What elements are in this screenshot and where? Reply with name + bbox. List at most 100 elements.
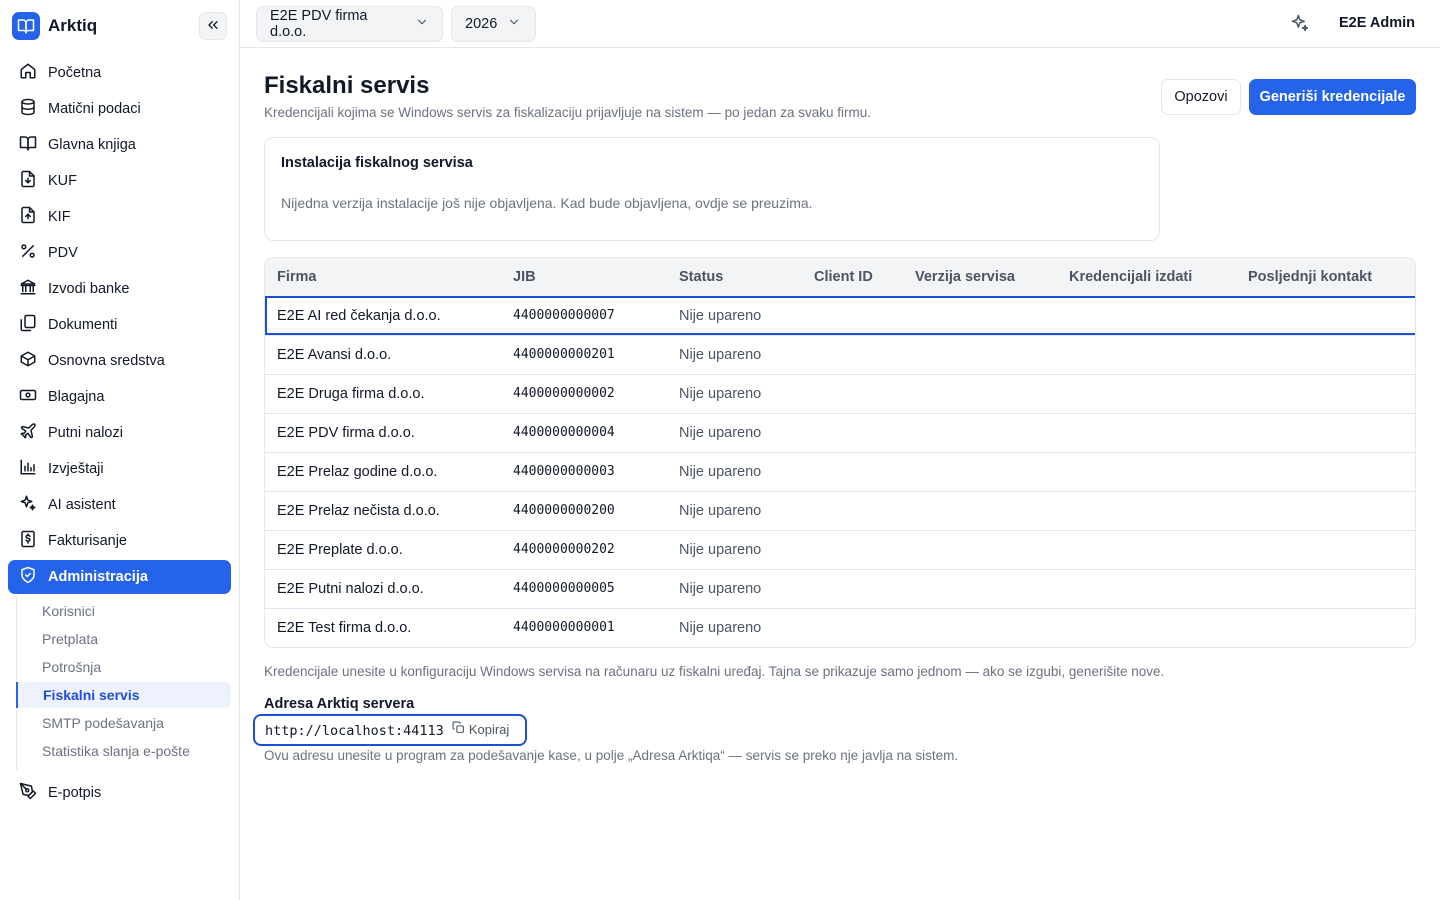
sidebar-item-label: Administracija [48,569,148,585]
server-address-label: Adresa Arktiq servera [264,696,415,712]
sidebar-item-osnovna-sredstva[interactable]: Osnovna sredstva [8,344,231,378]
sidebar-item-label: Glavna knjiga [48,137,136,153]
year-select[interactable]: 2026 [451,6,536,42]
table-row[interactable]: E2E Prelaz godine d.o.o. 4400000000003 N… [265,452,1415,492]
sidebar-item-e-potpis[interactable]: E-potpis [8,776,231,810]
cell-version [903,608,1057,647]
sidebar-item-pdv[interactable]: PDV [8,236,231,270]
invoice-icon [19,530,37,552]
cell-issued [1057,335,1236,375]
column-header-firma[interactable]: Firma [265,258,501,297]
cell-version [903,452,1057,492]
cell-version [903,335,1057,375]
column-header-status[interactable]: Status [667,258,802,297]
server-address-value: http://localhost:44113 [265,723,444,739]
file-in-icon [19,170,37,192]
table-row[interactable]: E2E Prelaz nečista d.o.o. 4400000000200 … [265,491,1415,531]
brand[interactable]: Arktiq [12,12,97,40]
sidebar-item-label: Fakturisanje [48,533,127,549]
cell-firma: E2E Druga firma d.o.o. [265,374,501,414]
firm-select-value: E2E PDV firma d.o.o. [270,8,368,40]
cell-firma: E2E PDV firma d.o.o. [265,413,501,453]
table-row[interactable]: E2E PDV firma d.o.o. 4400000000004 Nije … [265,413,1415,453]
sidebar-item-label: Matični podaci [48,101,141,117]
collapse-sidebar-button[interactable] [199,12,227,40]
cell-status: Nije upareno [667,296,802,336]
cell-version [903,296,1057,336]
table-row[interactable]: E2E Druga firma d.o.o. 4400000000002 Nij… [265,374,1415,414]
cell-last-contact [1236,608,1415,647]
sidebar-item-label: Blagajna [48,389,105,405]
column-header-client-id[interactable]: Client ID [802,258,903,297]
revoke-button[interactable]: Opozovi [1161,79,1241,115]
sidebar-item-label: E-potpis [48,785,102,801]
plane-icon [19,422,37,444]
table-row[interactable]: E2E Test firma d.o.o. 4400000000001 Nije… [265,608,1415,647]
sidebar-item-pocetna[interactable]: Početna [8,56,231,90]
cell-client-id [802,335,903,375]
sidebar-item-ai-asistent[interactable]: AI asistent [8,488,231,522]
sidebar-item-maticni-podaci[interactable]: Matični podaci [8,92,231,126]
sidebar-item-putni-nalozi[interactable]: Putni nalozi [8,416,231,450]
sidebar-item-kuf[interactable]: KUF [8,164,231,198]
cash-icon [19,386,37,408]
sidebar-item-izvjestaji[interactable]: Izvještaji [8,452,231,486]
documents-icon [19,314,37,336]
cell-firma: E2E Preplate d.o.o. [265,530,501,570]
generate-credentials-button[interactable]: Generiši kredencijale [1249,79,1416,115]
sidebar-item-izvodi-banke[interactable]: Izvodi banke [8,272,231,306]
table-row[interactable]: E2E Putni nalozi d.o.o. 4400000000005 Ni… [265,569,1415,609]
sidebar-item-blagajna[interactable]: Blagajna [8,380,231,414]
sidebar-item-label: Putni nalozi [48,425,123,441]
table-row[interactable]: E2E Preplate d.o.o. 4400000000202 Nije u… [265,530,1415,570]
sidebar-subitem-statistika-eposte[interactable]: Statistika slanja e-pošte [16,738,231,764]
sidebar-subitem-smtp[interactable]: SMTP podešavanja [16,710,231,736]
column-header-posljednji-kontakt[interactable]: Posljednji kontakt [1236,258,1415,297]
cell-issued [1057,374,1236,414]
table-row[interactable]: E2E AI red čekanja d.o.o. 4400000000007 … [265,296,1415,336]
cell-jib: 4400000000003 [501,452,667,492]
cell-status: Nije upareno [667,530,802,570]
cell-jib: 4400000000005 [501,569,667,609]
sidebar-item-label: Izvodi banke [48,281,130,297]
cell-last-contact [1236,569,1415,609]
user-menu[interactable]: E2E Admin [1339,15,1415,31]
chevron-down-icon [507,15,521,33]
column-header-jib[interactable]: JIB [501,258,667,297]
cell-status: Nije upareno [667,374,802,414]
cell-firma: E2E Test firma d.o.o. [277,619,412,636]
cell-client-id [802,413,903,453]
sidebar-subitem-potrosnja[interactable]: Potrošnja [16,654,231,680]
sidebar-item-fakturisanje[interactable]: Fakturisanje [8,524,231,558]
cell-jib: 4400000000001 [513,620,615,636]
table-row[interactable]: E2E Avansi d.o.o. 4400000000201 Nije upa… [265,335,1415,375]
copy-button[interactable]: Kopiraj [452,721,509,737]
firm-select[interactable]: E2E PDV firma d.o.o. [256,6,443,42]
cell-last-contact [1236,413,1415,453]
sidebar-item-glavna-knjiga[interactable]: Glavna knjiga [8,128,231,162]
pen-icon [19,782,37,804]
column-header-verzija-servisa[interactable]: Verzija servisa [903,258,1057,297]
install-card-title: Instalacija fiskalnog servisa [281,155,473,171]
ai-assistant-button[interactable] [1288,12,1312,36]
column-header-kredencijali-izdati[interactable]: Kredencijali izdati [1057,258,1236,297]
cell-client-id [802,374,903,414]
sidebar-subitem-korisnici[interactable]: Korisnici [16,598,231,624]
sidebar-item-label: KUF [48,173,77,189]
page-subtitle: Kredencijali kojima se Windows servis za… [264,105,871,120]
cell-client-id [802,491,903,531]
sidebar-item-dokumenti[interactable]: Dokumenti [8,308,231,342]
cell-status: Nije upareno [667,413,802,453]
cell-status: Nije upareno [679,619,762,636]
sidebar-item-label: AI asistent [48,497,116,513]
topbar: E2E PDV firma d.o.o. 2026 E2E Admin [240,0,1440,48]
server-address-field[interactable]: http://localhost:44113 Kopiraj [253,714,527,746]
sidebar-item-kif[interactable]: KIF [8,200,231,234]
cell-version [903,569,1057,609]
sidebar-subitem-fiskalni-servis[interactable]: Fiskalni servis [16,682,231,708]
cell-issued [1057,452,1236,492]
cell-last-contact [1236,452,1415,492]
sidebar-item-administracija[interactable]: Administracija [8,560,231,594]
sparkle-icon [1290,13,1310,36]
sidebar-subitem-pretplata[interactable]: Pretplata [16,626,231,652]
